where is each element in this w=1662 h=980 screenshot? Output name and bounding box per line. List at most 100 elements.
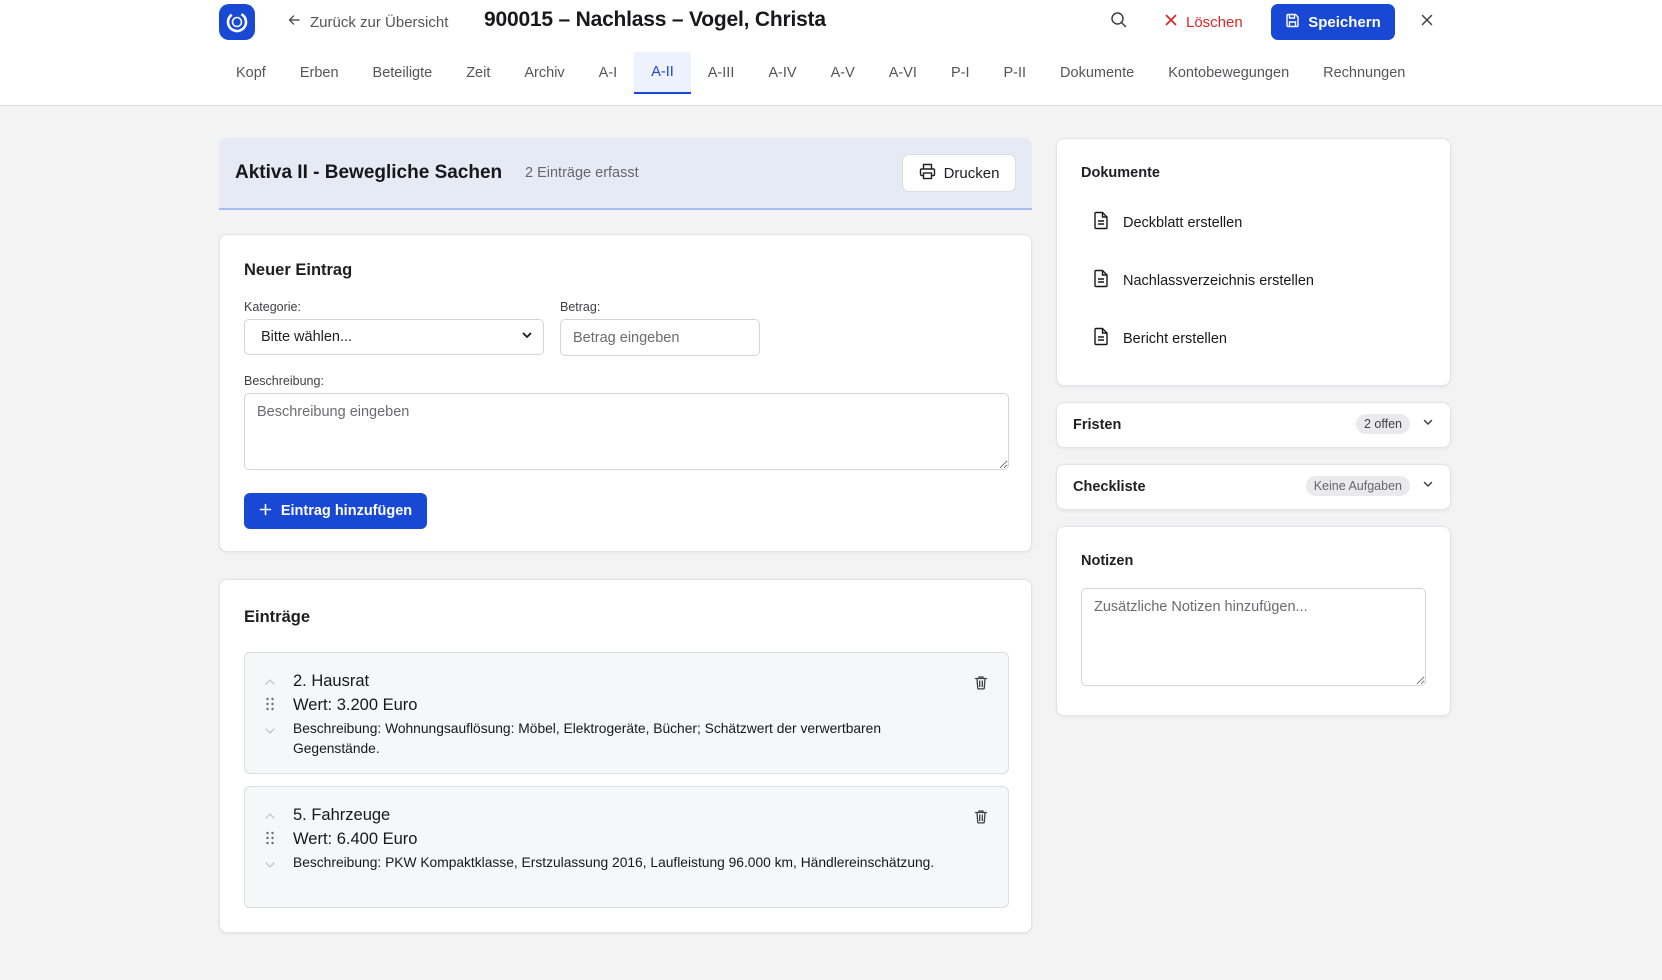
chevron-down-icon[interactable]	[264, 722, 276, 740]
amount-input[interactable]	[560, 319, 760, 356]
category-label: Kategorie:	[244, 300, 301, 314]
back-link[interactable]: Zurück zur Übersicht	[286, 10, 448, 34]
chevron-up-icon[interactable]	[264, 673, 276, 691]
tab-erben[interactable]: Erben	[283, 52, 356, 94]
arrow-left-icon	[286, 12, 302, 32]
description-input[interactable]	[244, 393, 1009, 470]
document-icon	[1093, 327, 1109, 350]
notes-title: Notizen	[1081, 553, 1134, 569]
entry-item: 2. Hausrat Wert: 3.200 Euro Beschreibung…	[244, 652, 1009, 774]
entries-title: Einträge	[244, 608, 311, 626]
deadlines-toggle[interactable]: 2 offen	[1355, 414, 1434, 434]
amount-label: Betrag:	[560, 300, 601, 314]
tab-a-iv[interactable]: A-IV	[751, 52, 813, 94]
delete-label: Löschen	[1186, 13, 1243, 31]
notes-input[interactable]	[1081, 588, 1426, 686]
chevron-up-icon[interactable]	[264, 807, 276, 825]
document-icon	[1093, 269, 1109, 292]
tab-dokumente[interactable]: Dokumente	[1043, 52, 1151, 94]
deadlines-title: Fristen	[1073, 417, 1122, 433]
tab-a-vi[interactable]: A-VI	[872, 52, 934, 94]
tab-p-i[interactable]: P-I	[934, 52, 987, 94]
logo-icon[interactable]	[219, 4, 255, 40]
plus-icon	[259, 503, 272, 520]
save-label: Speichern	[1308, 13, 1381, 31]
print-label: Drucken	[943, 164, 1000, 182]
entry-count: 2 Einträge erfasst	[525, 165, 639, 181]
create-cover-sheet-link[interactable]: Deckblatt erstellen	[1093, 211, 1242, 234]
add-entry-label: Eintrag hinzufügen	[280, 503, 413, 519]
search-button[interactable]	[1106, 10, 1130, 34]
chevron-down-icon	[1422, 477, 1434, 495]
page-title: 900015 – Nachlass – Vogel, Christa	[484, 8, 826, 31]
top-bar: Zurück zur Übersicht 900015 – Nachlass –…	[0, 0, 1662, 106]
print-button[interactable]: Drucken	[902, 154, 1016, 192]
create-report-link[interactable]: Bericht erstellen	[1093, 327, 1227, 350]
section-header: Aktiva II - Bewegliche Sachen 2 Einträge…	[219, 138, 1032, 210]
tab-a-iii[interactable]: A-III	[691, 52, 752, 94]
checklist-badge: Keine Aufgaben	[1305, 476, 1410, 496]
tab-a-ii[interactable]: A-II	[634, 52, 691, 94]
documents-title: Dokumente	[1081, 165, 1160, 181]
tab-kontobewegungen[interactable]: Kontobewegungen	[1151, 52, 1306, 94]
chevron-down-icon	[1422, 415, 1434, 433]
printer-icon	[919, 163, 936, 184]
save-button[interactable]: Speichern	[1271, 4, 1395, 40]
close-button[interactable]	[1415, 10, 1439, 34]
new-entry-card: Neuer Eintrag Kategorie: Bitte wählen...…	[219, 234, 1032, 552]
entry-name: 5. Fahrzeuge	[293, 806, 391, 824]
drag-handle-icon[interactable]	[265, 697, 275, 716]
add-entry-button[interactable]: Eintrag hinzufügen	[244, 493, 427, 529]
chevron-down-icon	[521, 329, 533, 345]
checklist-accordion[interactable]: Checkliste Keine Aufgaben	[1056, 464, 1451, 510]
tab-kopf[interactable]: Kopf	[219, 52, 283, 94]
create-estate-inventory-link[interactable]: Nachlassverzeichnis erstellen	[1093, 269, 1314, 292]
notes-card: Notizen	[1056, 526, 1451, 716]
trash-icon	[974, 810, 988, 828]
entry-description-text: Wohnungsauflösung: Möbel, Elektrogeräte,…	[293, 721, 881, 756]
deadlines-accordion[interactable]: Fristen 2 offen	[1056, 402, 1451, 448]
document-link-label: Nachlassverzeichnis erstellen	[1123, 272, 1314, 289]
tab-a-i[interactable]: A-I	[582, 52, 635, 94]
delete-button[interactable]: Löschen	[1164, 8, 1243, 36]
checklist-toggle[interactable]: Keine Aufgaben	[1305, 476, 1434, 496]
entry-description: Beschreibung: PKW Kompaktklasse, Erstzul…	[293, 853, 953, 873]
entry-controls	[263, 673, 277, 740]
delete-entry-button[interactable]	[974, 675, 988, 695]
tab-zeit[interactable]: Zeit	[449, 52, 507, 94]
entry-value: Wert: 3.200 Euro	[293, 696, 418, 714]
x-icon	[1164, 13, 1178, 31]
drag-handle-icon[interactable]	[265, 831, 275, 850]
category-value: Bitte wählen...	[261, 329, 353, 345]
tab-beteiligte[interactable]: Beteiligte	[356, 52, 450, 94]
document-link-label: Deckblatt erstellen	[1123, 214, 1243, 231]
documents-card: Dokumente Deckblatt erstellen Nachlassve…	[1056, 138, 1451, 386]
entry-description-prefix: Beschreibung:	[293, 855, 382, 870]
save-icon	[1285, 13, 1300, 32]
tab-archiv[interactable]: Archiv	[507, 52, 581, 94]
description-label: Beschreibung:	[244, 374, 324, 388]
entries-card: Einträge 2. Hausrat Wert: 3.200 Euro Bes…	[219, 579, 1032, 933]
category-select[interactable]: Bitte wählen...	[244, 319, 544, 355]
tab-rechnungen[interactable]: Rechnungen	[1306, 52, 1422, 94]
entry-item: 5. Fahrzeuge Wert: 6.400 Euro Beschreibu…	[244, 786, 1009, 908]
section-title: Aktiva II - Bewegliche Sachen	[235, 162, 503, 183]
checklist-title: Checkliste	[1073, 479, 1146, 495]
back-label: Zurück zur Übersicht	[310, 13, 449, 31]
tab-a-v[interactable]: A-V	[814, 52, 872, 94]
tab-p-ii[interactable]: P-II	[986, 52, 1043, 94]
delete-entry-button[interactable]	[974, 809, 988, 829]
entry-description-prefix: Beschreibung:	[293, 721, 382, 736]
close-icon	[1420, 13, 1434, 32]
entry-controls	[263, 807, 277, 874]
entry-value: Wert: 6.400 Euro	[293, 830, 418, 848]
tab-bar: Kopf Erben Beteiligte Zeit Archiv A-I A-…	[219, 52, 1422, 94]
deadlines-badge: 2 offen	[1355, 414, 1410, 434]
new-entry-title: Neuer Eintrag	[244, 261, 353, 279]
search-icon	[1110, 11, 1127, 33]
entry-description: Beschreibung: Wohnungsauflösung: Möbel, …	[293, 719, 953, 759]
chevron-down-icon[interactable]	[264, 856, 276, 874]
trash-icon	[974, 676, 988, 694]
document-link-label: Bericht erstellen	[1123, 330, 1227, 347]
document-icon	[1093, 211, 1109, 234]
